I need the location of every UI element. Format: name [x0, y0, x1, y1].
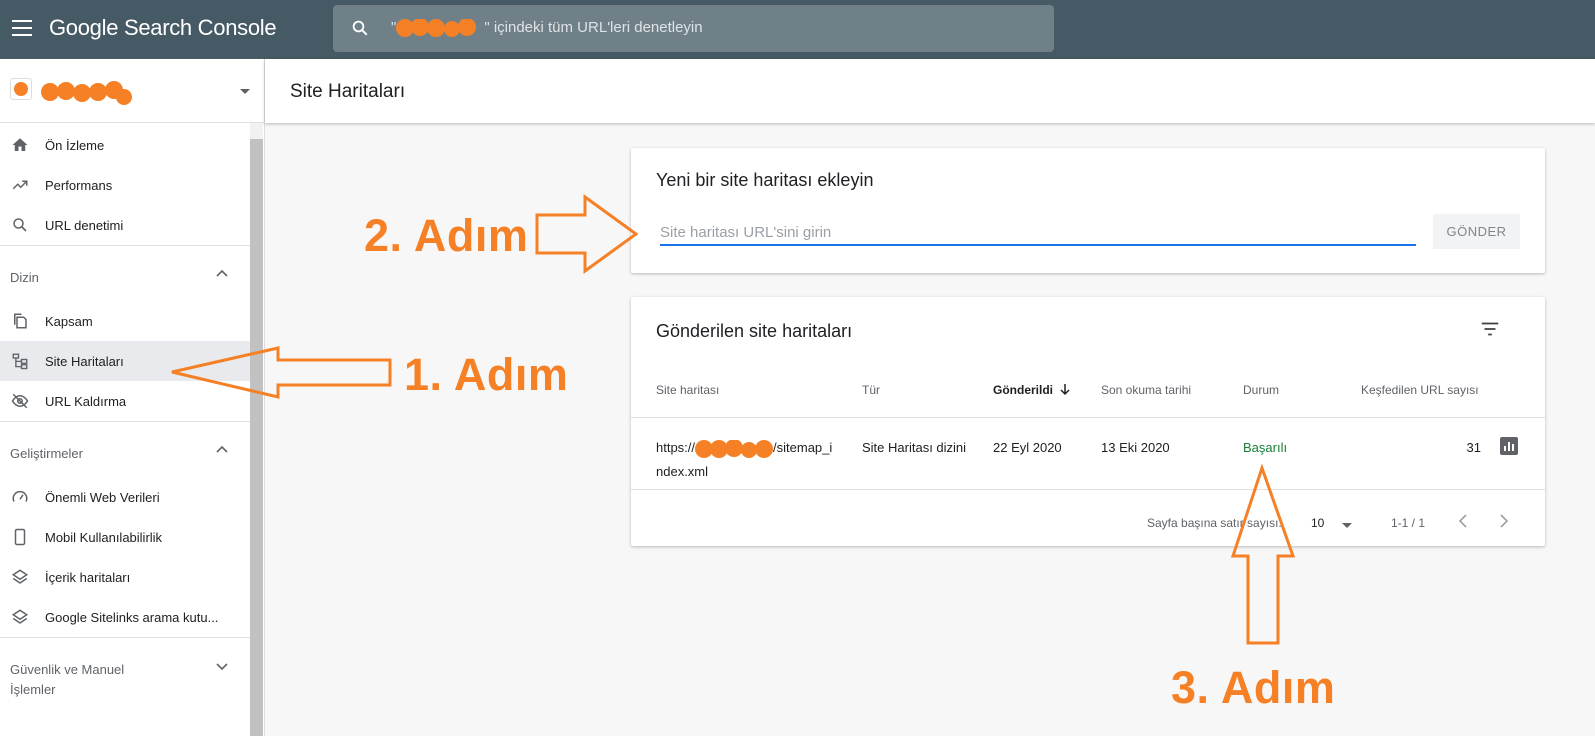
home-icon	[10, 135, 30, 155]
trending-up-icon	[10, 175, 30, 195]
filter-icon[interactable]	[1479, 318, 1501, 340]
arrow-down-icon	[1060, 384, 1070, 396]
redacted-property-name	[41, 81, 132, 105]
sidebar-item-core-web-vitals[interactable]: Önemli Web Verileri	[0, 477, 250, 517]
phone-icon	[10, 527, 30, 547]
page-header: Site Haritaları	[265, 59, 1595, 123]
app-logo[interactable]: Google Search Console	[49, 15, 277, 41]
chevron-up-icon	[216, 445, 228, 453]
column-header-discovered-urls[interactable]: Keşfedilen URL sayısı	[1361, 383, 1479, 397]
top-app-bar: Google Search Console " " içindeki tüm UR…	[0, 0, 1595, 59]
column-header-last-read[interactable]: Son okuma tarihi	[1101, 383, 1191, 397]
menu-icon[interactable]	[12, 20, 32, 36]
sitemap-type-cell: Site Haritası dizini	[862, 440, 967, 455]
sitemap-url-cell[interactable]: https:///sitemap_i ndex.xml	[656, 436, 846, 484]
sidebar-item-removals[interactable]: URL Kaldırma	[0, 381, 250, 421]
sidebar: Ön İzleme Performans URL denetimi Dizin …	[0, 59, 265, 736]
add-sitemap-card: Yeni bir site haritası ekleyin GÖNDER	[631, 148, 1545, 273]
step1-label: 1. Adım	[404, 349, 569, 400]
divider	[631, 417, 1545, 418]
sidebar-item-sitemaps[interactable]: Site Haritaları	[0, 341, 250, 381]
rows-per-page-label: Sayfa başına satır sayısı:	[1147, 516, 1282, 530]
copy-icon	[10, 311, 30, 331]
step3-label: 3. Adım	[1171, 662, 1336, 713]
layers-icon	[10, 567, 30, 587]
bar-chart-icon[interactable]	[1500, 437, 1518, 455]
page-title: Site Haritaları	[290, 81, 406, 102]
speed-icon	[10, 487, 30, 507]
column-header-sitemap[interactable]: Site haritası	[656, 383, 719, 397]
sidebar-item-performance[interactable]: Performans	[0, 165, 250, 205]
submitted-sitemaps-title: Gönderilen site haritaları	[656, 321, 853, 341]
sidebar-section-index[interactable]: Dizin	[0, 245, 250, 301]
sitemap-url-input[interactable]	[660, 220, 1416, 246]
chevron-left-icon[interactable]	[1453, 510, 1475, 532]
column-header-type[interactable]: Tür	[862, 383, 880, 397]
redacted-domain	[396, 18, 482, 38]
pagination-range: 1-1 / 1	[1391, 516, 1426, 530]
sidebar-item-sitelinks-searchbox[interactable]: Google Sitelinks arama kutu...	[0, 597, 250, 637]
submitted-date-cell: 22 Eyl 2020	[993, 440, 1062, 455]
chevron-up-icon	[216, 269, 228, 277]
search-placeholder: " " içindeki tüm URL'leri denetleyin	[391, 18, 703, 38]
search-icon	[352, 20, 368, 36]
rows-per-page-select[interactable]: 10	[1311, 516, 1324, 530]
status-badge: Başarılı	[1243, 440, 1288, 455]
layers-icon	[10, 607, 30, 627]
scrollbar-track	[250, 123, 263, 139]
step2-arrow	[535, 194, 639, 274]
column-header-status[interactable]: Durum	[1243, 383, 1279, 397]
sidebar-nav: Ön İzleme Performans URL denetimi Dizin …	[0, 125, 250, 715]
step2-label: 2. Adım	[364, 210, 529, 261]
submit-button[interactable]: GÖNDER	[1433, 214, 1520, 249]
property-selector[interactable]	[0, 59, 265, 123]
sidebar-item-breadcrumbs[interactable]: İçerik haritaları	[0, 557, 250, 597]
discovered-urls-cell: 31	[1466, 440, 1481, 455]
sitemap-icon	[10, 351, 30, 371]
sidebar-item-overview[interactable]: Ön İzleme	[0, 125, 250, 165]
chevron-down-icon	[216, 663, 228, 671]
url-inspection-search[interactable]: " " içindeki tüm URL'leri denetleyin	[333, 5, 1054, 52]
chevron-down-icon[interactable]	[240, 89, 250, 94]
column-header-submitted[interactable]: Gönderildi	[993, 383, 1071, 397]
sidebar-item-coverage[interactable]: Kapsam	[0, 301, 250, 341]
sidebar-section-security[interactable]: Güvenlik ve Manuel İşlemler	[0, 637, 250, 715]
sidebar-section-enhancements[interactable]: Geliştirmeler	[0, 421, 250, 477]
sidebar-item-url-inspection[interactable]: URL denetimi	[0, 205, 250, 245]
chevron-down-icon[interactable]	[1342, 523, 1352, 528]
sidebar-scrollbar[interactable]	[250, 139, 263, 736]
add-sitemap-title: Yeni bir site haritası ekleyin	[656, 170, 874, 190]
last-read-cell: 13 Eki 2020	[1101, 440, 1170, 455]
property-favicon	[10, 78, 32, 100]
search-icon	[10, 215, 30, 235]
chevron-right-icon[interactable]	[1492, 510, 1514, 532]
submitted-sitemaps-card: Gönderilen site haritaları Site haritası…	[631, 297, 1545, 546]
redacted-domain	[695, 438, 774, 458]
sidebar-item-mobile-usability[interactable]: Mobil Kullanılabilirlik	[0, 517, 250, 557]
eye-off-icon	[10, 391, 30, 411]
divider	[631, 489, 1545, 490]
